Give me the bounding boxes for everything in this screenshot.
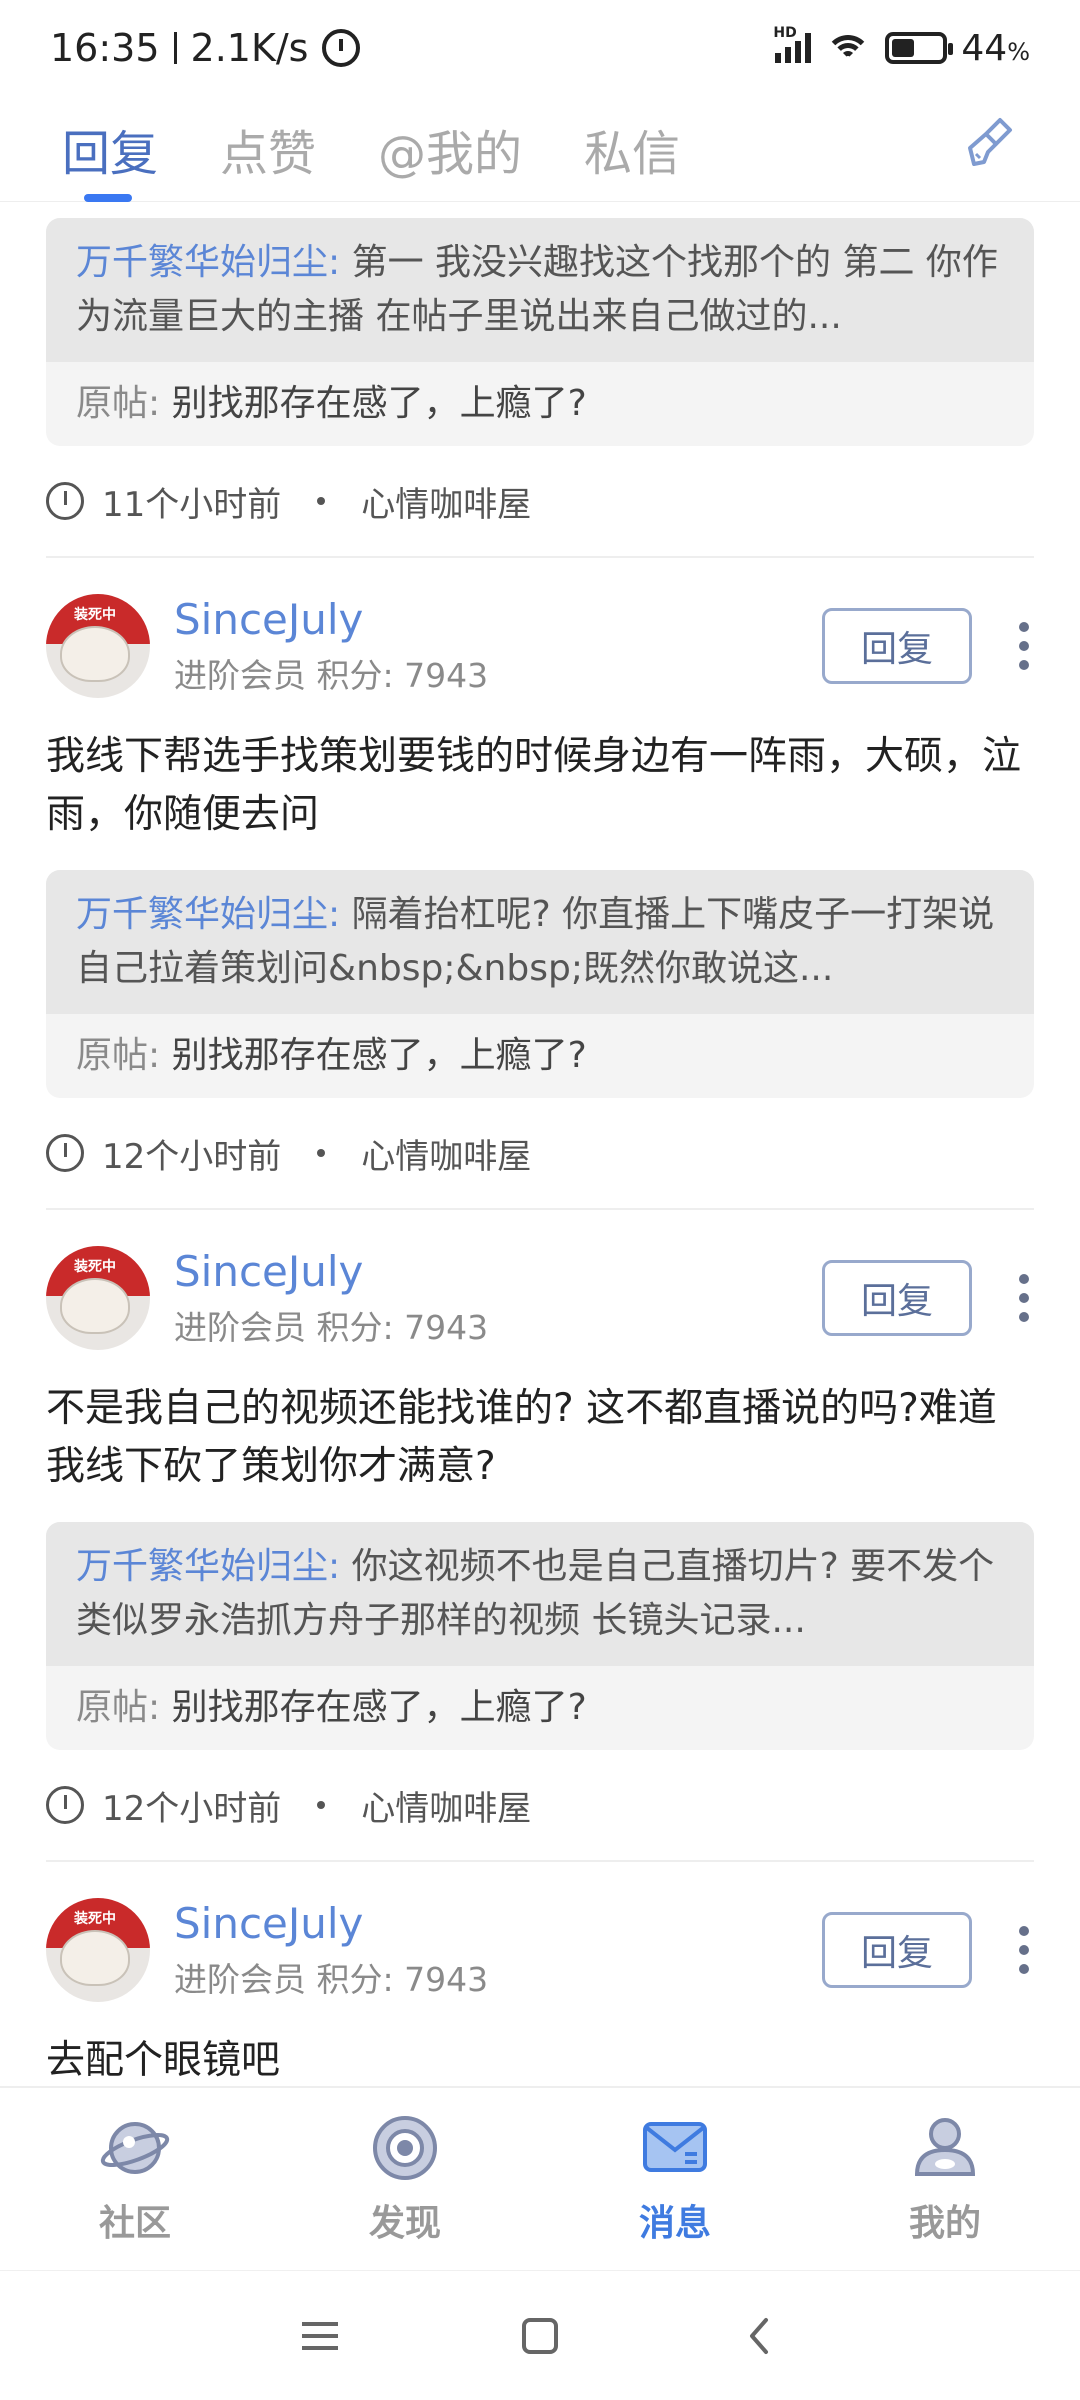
nav-label: 消息 — [638, 2203, 711, 2244]
list-item[interactable]: 装死中 SinceJuly 进阶会员 积分: 7943 回复 我线下帮选手找策划… — [0, 586, 1080, 1210]
nav-profile[interactable]: 我的 — [810, 2088, 1080, 2270]
bottom-navigation: 社区 发现 消息 我的 — [0, 2086, 1080, 2270]
status-right: HD 44% — [773, 25, 1030, 69]
forum-name[interactable]: 心情咖啡屋 — [361, 1129, 531, 1178]
user-meta: SinceJuly 进阶会员 积分: 7943 — [174, 1899, 822, 2001]
avatar[interactable]: 装死中 — [46, 594, 150, 698]
tab-private-messages[interactable]: 私信 — [584, 96, 680, 202]
tab-likes[interactable]: 点赞 — [220, 96, 316, 202]
reply-content: 不是我自己的视频还能找谁的? 这不都直播说的吗?难道我线下砍了策划你才满意? — [46, 1386, 997, 1489]
reply-button[interactable]: 回复 — [822, 608, 972, 684]
status-time: 16:35 — [50, 26, 160, 70]
status-separator — [173, 32, 177, 64]
item-meta: 11个小时前 心情咖啡屋 — [46, 446, 1034, 558]
separator-dot — [317, 497, 326, 505]
reply-button[interactable]: 回复 — [822, 1260, 972, 1336]
item-time: 12个小时前 — [102, 1788, 282, 1829]
quoted-reply[interactable]: 万千繁华始归尘: 你这视频不也是自己直播切片? 要不发个类似罗永浩抓方舟子那样的… — [46, 1522, 1034, 1750]
avatar[interactable]: 装死中 — [46, 1898, 150, 2002]
user-level: 进阶会员 积分: 7943 — [174, 1308, 489, 1348]
username[interactable]: SinceJuly — [174, 1899, 822, 1949]
item-header: 装死中 SinceJuly 进阶会员 积分: 7943 回复 — [46, 1238, 1034, 1358]
top-tabs: 回复 点赞 @我的 私信 — [0, 96, 1080, 202]
user-meta: SinceJuly 进阶会员 积分: 7943 — [174, 595, 822, 697]
item-time: 12个小时前 — [102, 1136, 282, 1177]
quote-text-block: 万千繁华始归尘: 你这视频不也是自己直播切片? 要不发个类似罗永浩抓方舟子那样的… — [46, 1522, 1034, 1666]
clear-broom-icon[interactable] — [960, 112, 1020, 172]
target-icon — [373, 2116, 437, 2180]
separator-dot — [317, 1801, 326, 1809]
signal-icon: HD — [773, 25, 812, 63]
more-options-icon[interactable] — [1014, 1268, 1034, 1328]
nav-messages[interactable]: 消息 — [540, 2088, 810, 2270]
nav-label: 发现 — [368, 2203, 441, 2244]
item-meta: 12个小时前 心情咖啡屋 — [46, 1098, 1034, 1210]
original-post-label: 原帖: — [76, 383, 161, 424]
status-bar: 16:35 2.1K/s HD 44% — [0, 0, 1080, 96]
status-speed: 2.1K/s — [190, 26, 309, 70]
original-post[interactable]: 原帖: 别找那存在感了，上瘾了? — [46, 1666, 1034, 1750]
item-header: 装死中 SinceJuly 进阶会员 积分: 7943 回复 — [46, 1890, 1034, 2010]
avatar[interactable]: 装死中 — [46, 1246, 150, 1350]
reply-content: 我线下帮选手找策划要钱的时候身边有一阵雨，大硕，泣雨，你随便去问 — [46, 734, 1022, 837]
hd-badge: HD — [773, 25, 797, 41]
quote-author: 万千繁华始归尘: — [76, 242, 341, 283]
wifi-icon — [825, 31, 872, 65]
original-post[interactable]: 原帖: 别找那存在感了，上瘾了? — [46, 362, 1034, 446]
user-meta: SinceJuly 进阶会员 积分: 7943 — [174, 1247, 822, 1349]
list-item[interactable]: 装死中 SinceJuly 进阶会员 积分: 7943 回复 去配个眼镜吧 — [0, 1890, 1080, 2086]
username[interactable]: SinceJuly — [174, 1247, 822, 1297]
user-level: 进阶会员 积分: 7943 — [174, 1960, 489, 2000]
nav-label: 社区 — [98, 2203, 171, 2244]
nav-discover[interactable]: 发现 — [270, 2088, 540, 2270]
planet-icon — [100, 2122, 170, 2174]
quoted-reply[interactable]: 万千繁华始归尘: 隔着抬杠呢? 你直播上下嘴皮子一打架说自己拉着策划问&nbsp… — [46, 870, 1034, 1098]
nav-community[interactable]: 社区 — [0, 2088, 270, 2270]
mail-icon — [643, 2122, 707, 2172]
quoted-reply[interactable]: 万千繁华始归尘: 第一 我没兴趣找这个找那个的 第二 你作为流量巨大的主播 在帖… — [46, 218, 1034, 446]
item-time: 11个小时前 — [102, 484, 282, 525]
list-item[interactable]: 万千繁华始归尘: 第一 我没兴趣找这个找那个的 第二 你作为流量巨大的主播 在帖… — [0, 218, 1080, 558]
reply-content: 去配个眼镜吧 — [46, 2038, 281, 2083]
quote-text-block: 万千繁华始归尘: 隔着抬杠呢? 你直播上下嘴皮子一打架说自己拉着策划问&nbsp… — [46, 870, 1034, 1014]
original-post-label: 原帖: — [76, 1035, 161, 1076]
quote-author: 万千繁华始归尘: — [76, 894, 341, 935]
menu-icon[interactable] — [290, 2306, 350, 2366]
reply-feed[interactable]: 万千繁华始归尘: 第一 我没兴趣找这个找那个的 第二 你作为流量巨大的主播 在帖… — [0, 202, 1080, 2086]
reply-button[interactable]: 回复 — [822, 1912, 972, 1988]
quote-author: 万千繁华始归尘: — [76, 1546, 341, 1587]
item-header: 装死中 SinceJuly 进阶会员 积分: 7943 回复 — [46, 586, 1034, 706]
more-options-icon[interactable] — [1014, 1920, 1034, 1980]
status-left: 16:35 2.1K/s — [50, 26, 361, 70]
battery-percent: 44% — [961, 27, 1030, 69]
nav-label: 我的 — [908, 2203, 981, 2244]
original-post-title: 别找那存在感了，上瘾了? — [160, 383, 587, 424]
user-level: 进阶会员 积分: 7943 — [174, 656, 489, 696]
username[interactable]: SinceJuly — [174, 595, 822, 645]
more-options-icon[interactable] — [1014, 616, 1034, 676]
item-meta: 12个小时前 心情咖啡屋 — [46, 1750, 1034, 1862]
battery-icon — [885, 32, 954, 64]
back-icon[interactable] — [730, 2306, 790, 2366]
list-item[interactable]: 装死中 SinceJuly 进阶会员 积分: 7943 回复 不是我自己的视频还… — [0, 1238, 1080, 1862]
system-navigation — [0, 2270, 1080, 2400]
tab-replies[interactable]: 回复 — [62, 96, 158, 202]
clock-icon — [46, 1786, 84, 1824]
original-post[interactable]: 原帖: 别找那存在感了，上瘾了? — [46, 1014, 1034, 1098]
separator-dot — [317, 1149, 326, 1157]
original-post-title: 别找那存在感了，上瘾了? — [160, 1035, 587, 1076]
home-icon[interactable] — [510, 2306, 570, 2366]
original-post-title: 别找那存在感了，上瘾了? — [160, 1687, 587, 1728]
profile-icon — [914, 2118, 976, 2176]
forum-name[interactable]: 心情咖啡屋 — [361, 1781, 531, 1830]
forum-name[interactable]: 心情咖啡屋 — [361, 477, 531, 526]
alarm-icon — [322, 29, 361, 67]
original-post-label: 原帖: — [76, 1687, 161, 1728]
quote-text-block: 万千繁华始归尘: 第一 我没兴趣找这个找那个的 第二 你作为流量巨大的主播 在帖… — [46, 218, 1034, 362]
tab-mentions[interactable]: @我的 — [378, 96, 522, 202]
clock-icon — [46, 1134, 84, 1172]
clock-icon — [46, 482, 84, 520]
